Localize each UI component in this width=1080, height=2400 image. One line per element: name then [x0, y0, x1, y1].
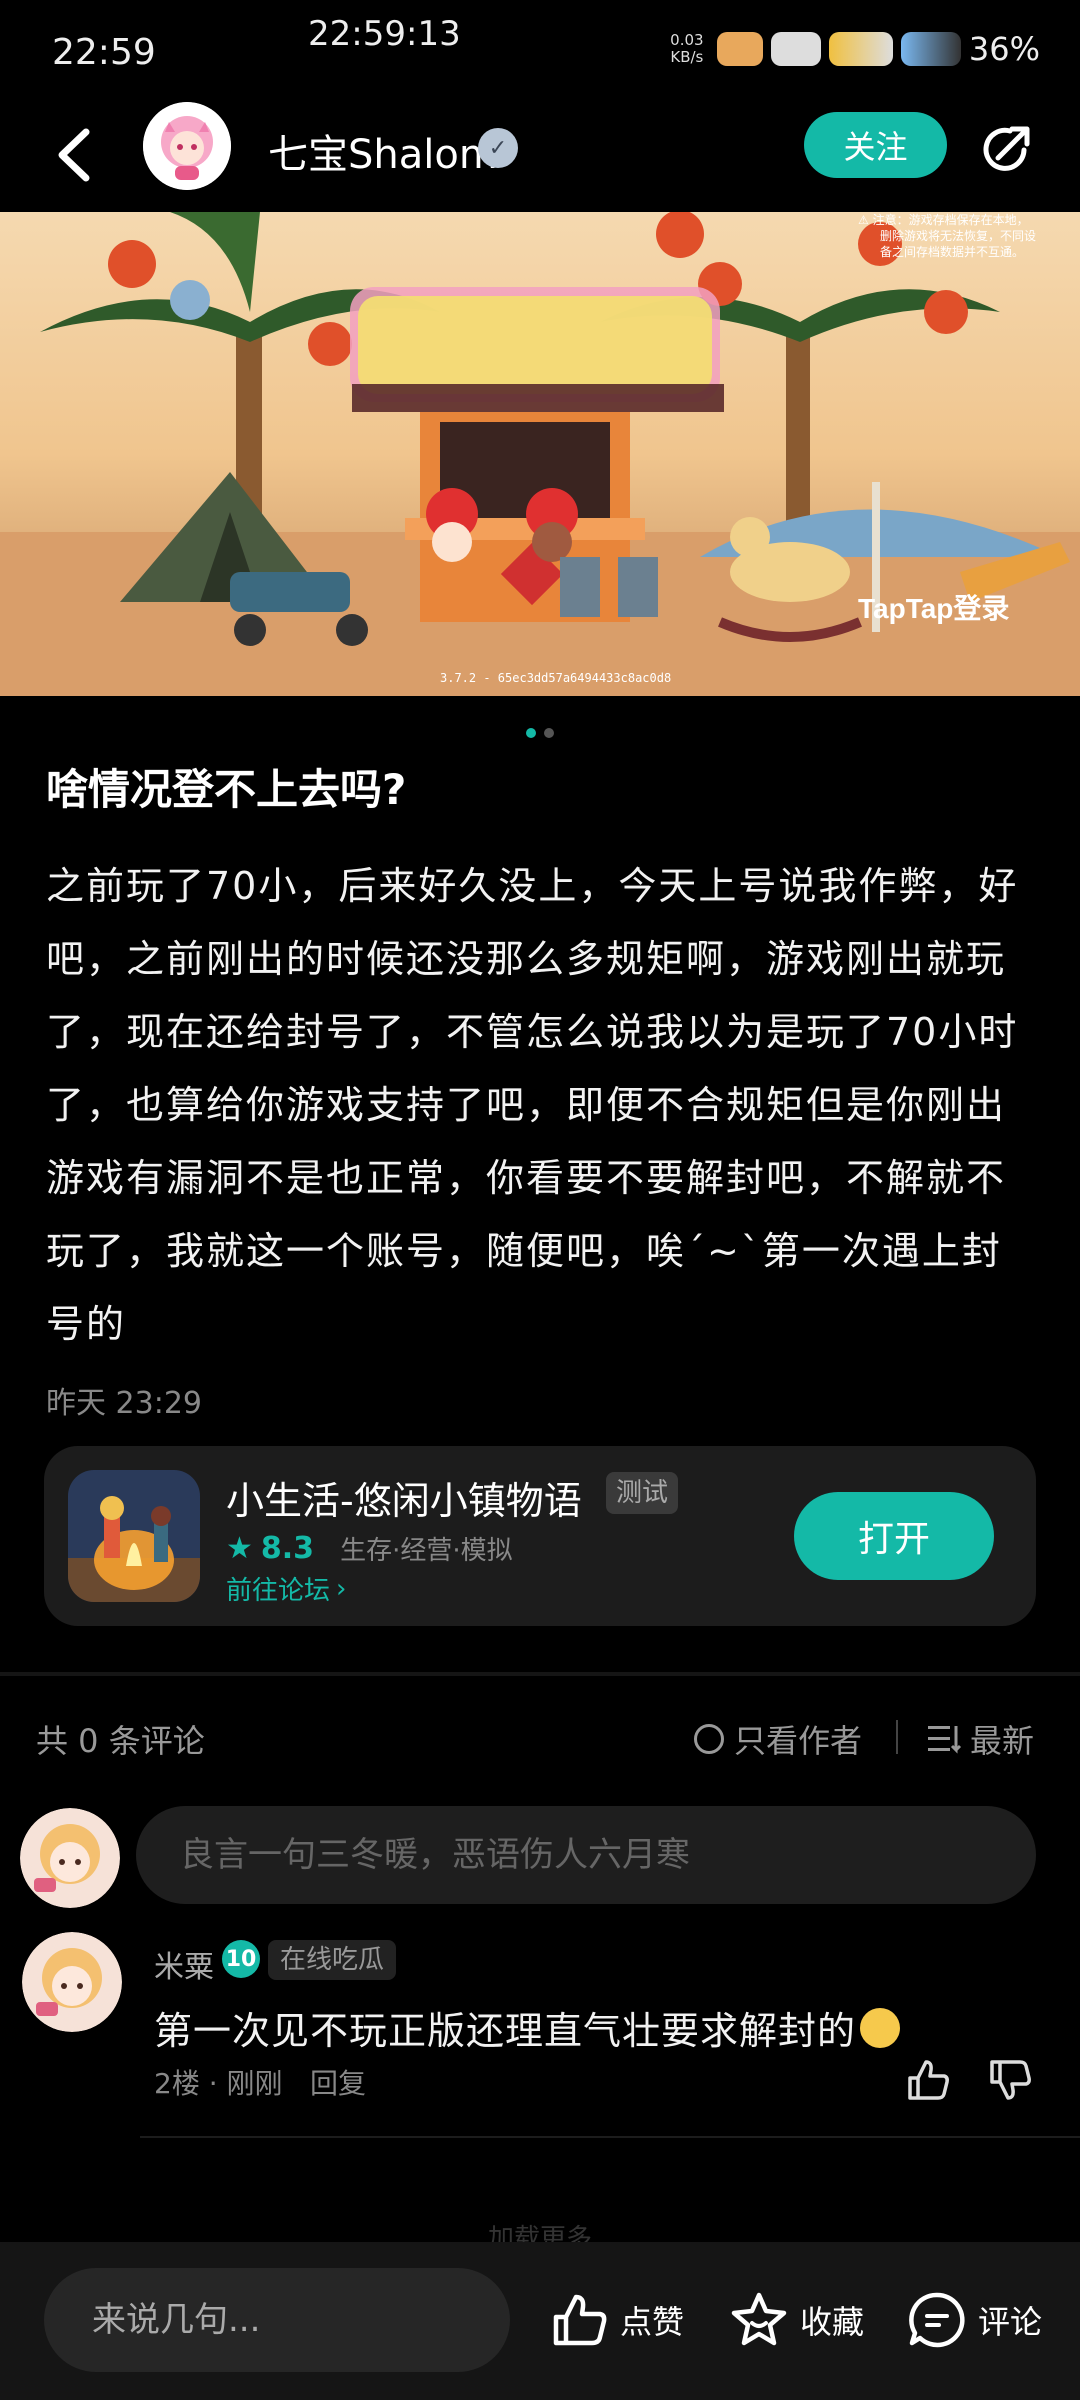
comment-meta: 2楼 · 刚刚	[154, 2067, 283, 2100]
carousel-indicator	[0, 728, 1080, 738]
star-outline-icon	[731, 2292, 787, 2346]
status-time: 22:59	[52, 32, 156, 73]
bottom-comment-input[interactable]: 来说几句...	[44, 2268, 510, 2372]
chat-bubble-icon	[909, 2292, 965, 2348]
sort-separator	[896, 1720, 898, 1754]
post-title: 啥情况登不上去吗?	[46, 765, 407, 814]
share-button[interactable]	[978, 120, 1036, 178]
user-level-badge: 10	[222, 1940, 260, 1978]
status-clock: 22:59:13	[308, 14, 461, 54]
section-divider	[0, 1672, 1080, 1676]
sort-label: 最新	[970, 1722, 1035, 1760]
top-nav: 七宝Shalom ✓ 关注	[0, 100, 1080, 210]
game-genres: 生存·经营·模拟	[340, 1536, 513, 1566]
wifi-icon	[900, 32, 961, 66]
favorite-label: 收藏	[800, 2303, 865, 2341]
dislike-icon[interactable]	[986, 2056, 1034, 2104]
thumbs-up-icon	[553, 2294, 607, 2346]
forum-link-label: 前往论坛	[226, 1576, 331, 1606]
bottom-action-bar: 来说几句... 点赞 收藏 评论	[0, 2242, 1080, 2400]
carousel-dot	[544, 728, 554, 738]
net-speed: 0.03 KB/s	[670, 31, 704, 66]
commenter-name[interactable]: 米粟	[154, 1942, 214, 1986]
game-card[interactable]: 小生活-悠闲小镇物语 测试 ★ 8.3 生存·经营·模拟 前往论坛 › 打开	[44, 1446, 1036, 1626]
post-image-carousel[interactable]: TapTap登录 3.7.2 - 65ec3dd57a6494433c8ac0d…	[0, 212, 1080, 696]
sort-list-icon	[928, 1726, 962, 1754]
radio-icon	[694, 1724, 724, 1754]
anime-avatar-icon	[22, 1932, 122, 2032]
carousel-dot-active	[526, 728, 536, 738]
dizzy-face-emoji-icon	[860, 2008, 901, 2048]
battery-level: 36%	[968, 30, 1040, 68]
svg-text:删除游戏将无法恢复，不同设: 删除游戏将无法恢复，不同设	[880, 228, 1036, 243]
like-icon[interactable]	[904, 2056, 952, 2104]
screen: 22:59 22:59:13 0.03 KB/s 36% 七宝Shalom ✓ …	[0, 0, 1080, 2400]
author-only-label: 只看作者	[734, 1722, 863, 1760]
chevron-right-icon: ›	[336, 1573, 347, 1604]
svg-text:备之间存档数据并不互通。: 备之间存档数据并不互通。	[880, 244, 1024, 259]
verified-icon: ✓	[478, 128, 518, 168]
user-title-tag: 在线吃瓜	[268, 1940, 397, 1980]
like-button[interactable]: 点赞	[548, 2272, 684, 2368]
comment-label: 评论	[978, 2303, 1043, 2341]
forum-link[interactable]: 前往论坛 ›	[226, 1570, 346, 1607]
author-avatar[interactable]	[143, 102, 231, 190]
star-icon: ★	[226, 1531, 253, 1566]
open-game-button[interactable]: 打开	[794, 1492, 994, 1580]
reply-button[interactable]: 回复	[310, 2062, 366, 2102]
commenter-avatar[interactable]	[22, 1932, 122, 2032]
comment-text: 第一次见不玩正版还理直气壮要求解封的	[154, 2000, 901, 2055]
author-name[interactable]: 七宝Shalom	[268, 122, 498, 180]
game-status-tag: 测试	[606, 1472, 679, 1514]
follow-button[interactable]: 关注	[804, 112, 947, 178]
game-screenshot-image: TapTap登录 3.7.2 - 65ec3dd57a6494433c8ac0d…	[0, 212, 1080, 696]
like-label: 点赞	[620, 2303, 685, 2341]
my-avatar	[20, 1808, 120, 1908]
game-rating: 8.3	[260, 1531, 315, 1566]
svg-text:⚠ 注意：游戏存档保存在本地，: ⚠ 注意：游戏存档保存在本地，	[858, 212, 1029, 227]
anime-girl-avatar-icon	[143, 102, 231, 190]
anime-avatar-icon	[20, 1808, 120, 1908]
back-button[interactable]	[50, 122, 100, 188]
comment-input[interactable]: 良言一句三冬暖，恶语伤人六月寒	[136, 1806, 1036, 1904]
game-name[interactable]: 小生活-悠闲小镇物语	[226, 1470, 582, 1525]
author-only-toggle[interactable]: 只看作者	[694, 1716, 862, 1762]
status-bar: 22:59 22:59:13 0.03 KB/s 36%	[0, 0, 1080, 100]
bluetooth-icon	[716, 32, 763, 66]
game-icon[interactable]	[68, 1470, 200, 1602]
signal-icon	[828, 32, 893, 66]
comment-count: 共 0 条评论	[36, 1722, 205, 1760]
taptap-login-watermark: TapTap登录	[858, 593, 1009, 624]
comment-button[interactable]: 评论	[906, 2272, 1042, 2368]
campfire-game-icon	[68, 1470, 200, 1602]
post-body: 之前玩了70小，后来好久没上，今天上号说我作弊，好吧，之前刚出的时候还没那么多规…	[46, 864, 1019, 1346]
status-icons: 0.03 KB/s 36%	[665, 30, 1040, 68]
post-time: 昨天 23:29	[46, 1386, 202, 1421]
comment-divider	[140, 2136, 1080, 2138]
svg-text:3.7.2 - 65ec3dd57a6494433c8ac0: 3.7.2 - 65ec3dd57a6494433c8ac0d8	[440, 671, 671, 685]
favorite-button[interactable]: 收藏	[728, 2272, 864, 2368]
alarm-icon	[770, 32, 821, 66]
sort-button[interactable]: 最新	[928, 1716, 1034, 1762]
game-meta: ★ 8.3 生存·经营·模拟	[226, 1530, 513, 1567]
comment-text-content: 第一次见不玩正版还理直气壮要求解封的	[154, 2009, 857, 2053]
